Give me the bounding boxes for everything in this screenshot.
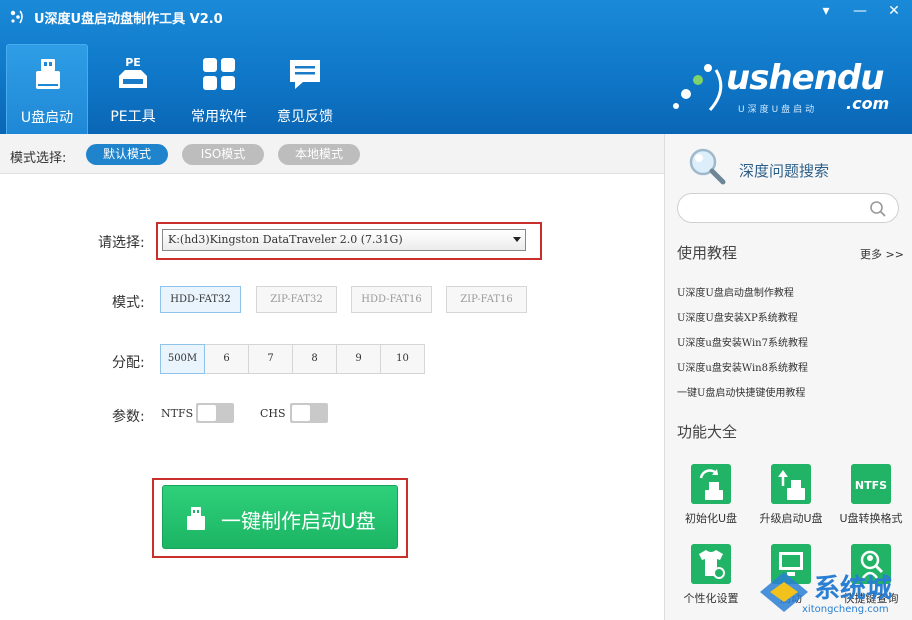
- init-usb-icon: [691, 464, 731, 504]
- mode-field-label: 模式:: [112, 295, 145, 311]
- tool-label: 初始化U盘: [684, 512, 738, 525]
- brand-subtitle: U深度U盘启动: [738, 105, 818, 115]
- watermark: 系统城 xitongcheng.com: [756, 566, 912, 620]
- nav-label: 常用软件: [191, 109, 247, 125]
- pe-badge-text: PE: [125, 56, 141, 69]
- menu-dropdown-button[interactable]: ▾: [810, 0, 842, 24]
- tutorial-link[interactable]: U深度U盘启动盘制作教程: [677, 284, 794, 299]
- nav-label: U盘启动: [20, 110, 74, 126]
- usb-drive-icon: [36, 59, 60, 89]
- ntfs-toggle[interactable]: [196, 403, 234, 423]
- tool-init-usb[interactable]: 初始化U盘: [671, 464, 751, 534]
- upgrade-usb-icon: [771, 464, 811, 504]
- alloc-option-7[interactable]: 7: [249, 345, 293, 373]
- device-select[interactable]: K:(hd3)Kingston DataTraveler 2.0 (7.31G): [162, 229, 526, 251]
- select-label: 请选择:: [98, 235, 145, 251]
- param-label: 参数:: [112, 409, 145, 425]
- alloc-option-500m[interactable]: 500M: [160, 344, 205, 374]
- tool-ntfs-convert[interactable]: NTFS U盘转换格式: [831, 464, 911, 534]
- format-zip-fat16-button[interactable]: ZIP-FAT16: [446, 286, 527, 313]
- tutorial-link[interactable]: U深度u盘安装Win8系统教程: [677, 359, 808, 374]
- magnifier-icon: [689, 148, 726, 185]
- nav-label: 意见反馈: [277, 109, 333, 125]
- usb-drive-icon: [187, 507, 205, 530]
- alloc-option-10[interactable]: 10: [381, 345, 424, 373]
- watermark-url: xitongcheng.com: [802, 604, 889, 615]
- chs-label: CHS: [260, 407, 286, 420]
- tutorial-link[interactable]: U深度u盘安装Win7系统教程: [677, 334, 808, 349]
- mode-default-button[interactable]: 默认模式: [86, 144, 168, 165]
- minimize-button[interactable]: —: [844, 0, 876, 24]
- alloc-option-8[interactable]: 8: [293, 345, 337, 373]
- format-hdd-fat16-button[interactable]: HDD-FAT16: [351, 286, 432, 313]
- pe-tool-icon: PE: [119, 56, 147, 88]
- window-title: U深度U盘启动盘制作工具 V2.0: [34, 12, 223, 27]
- app-logo-icon: [10, 10, 23, 24]
- tutorial-link[interactable]: 一键U盘启动快捷键使用教程: [677, 384, 805, 399]
- mode-bar: 模式选择: 默认模式 ISO模式 本地模式: [0, 134, 664, 174]
- tool-label: 升级启动U盘: [759, 512, 823, 525]
- mode-label: 模式选择:: [10, 151, 67, 166]
- brand-swirl-icon: [673, 64, 723, 112]
- format-hdd-fat32-button[interactable]: HDD-FAT32: [160, 286, 241, 313]
- tool-label: U盘转换格式: [839, 512, 903, 525]
- features-title: 功能大全: [677, 423, 738, 441]
- app-header: U深度U盘启动盘制作工具 V2.0 ▾ — ✕ U盘启动 PE PE工具 常用软…: [0, 0, 912, 134]
- nav-item-common-software[interactable]: 常用软件: [178, 44, 260, 134]
- tutorial-link[interactable]: U深度U盘安装XP系统教程: [677, 309, 798, 324]
- alloc-option-6[interactable]: 6: [205, 345, 249, 373]
- tool-personalize[interactable]: 个性化设置: [671, 544, 751, 614]
- ntfs-label: NTFS: [161, 407, 194, 420]
- brand-logo: ushendu .com U深度U盘启动: [668, 52, 898, 118]
- chevron-down-icon: [513, 237, 521, 242]
- format-zip-fat32-button[interactable]: ZIP-FAT32: [256, 286, 337, 313]
- chs-toggle[interactable]: [290, 403, 328, 423]
- alloc-option-9[interactable]: 9: [337, 345, 381, 373]
- toggle-knob: [292, 405, 310, 421]
- nav-label: PE工具: [110, 109, 156, 125]
- make-boot-usb-button[interactable]: 一键制作启动U盘: [162, 485, 398, 549]
- toggle-knob: [198, 405, 216, 421]
- nav-item-usb-boot[interactable]: U盘启动: [6, 44, 88, 134]
- search-title: 深度问题搜索: [739, 162, 830, 180]
- tshirt-settings-icon: [691, 544, 731, 584]
- alloc-segmented: 500M 6 7 8 9 10: [160, 344, 425, 374]
- apps-grid-icon: [203, 58, 235, 90]
- tool-upgrade-usb[interactable]: 升级启动U盘: [751, 464, 831, 534]
- title-bar[interactable]: U深度U盘启动盘制作工具 V2.0 ▾ — ✕: [0, 0, 912, 32]
- ntfs-badge-text: NTFS: [855, 479, 887, 492]
- device-select-value: K:(hd3)Kingston DataTraveler 2.0 (7.31G): [168, 233, 403, 246]
- ntfs-convert-icon: NTFS: [851, 464, 891, 504]
- close-button[interactable]: ✕: [878, 0, 910, 24]
- tutorials-title: 使用教程: [677, 244, 738, 262]
- mode-iso-button[interactable]: ISO模式: [182, 144, 264, 165]
- search-icon[interactable]: [869, 200, 887, 218]
- watermark-text: 系统城: [814, 574, 893, 604]
- nav-item-pe-tools[interactable]: PE PE工具: [92, 44, 174, 134]
- brand-domain: .com: [846, 94, 890, 113]
- alloc-label: 分配:: [112, 355, 145, 371]
- nav-item-feedback[interactable]: 意见反馈: [264, 44, 346, 134]
- make-button-label: 一键制作启动U盘: [221, 509, 376, 533]
- mode-local-button[interactable]: 本地模式: [278, 144, 360, 165]
- more-link[interactable]: 更多 >>: [860, 246, 904, 262]
- right-sidebar: 深度问题搜索 使用教程 更多 >> U深度U盘启动盘制作教程 U深度U盘安装XP…: [664, 134, 912, 620]
- search-input[interactable]: [677, 193, 899, 223]
- tool-label: 个性化设置: [683, 592, 739, 605]
- chat-bubble-icon: [290, 60, 320, 89]
- brand-name: ushendu: [726, 58, 884, 98]
